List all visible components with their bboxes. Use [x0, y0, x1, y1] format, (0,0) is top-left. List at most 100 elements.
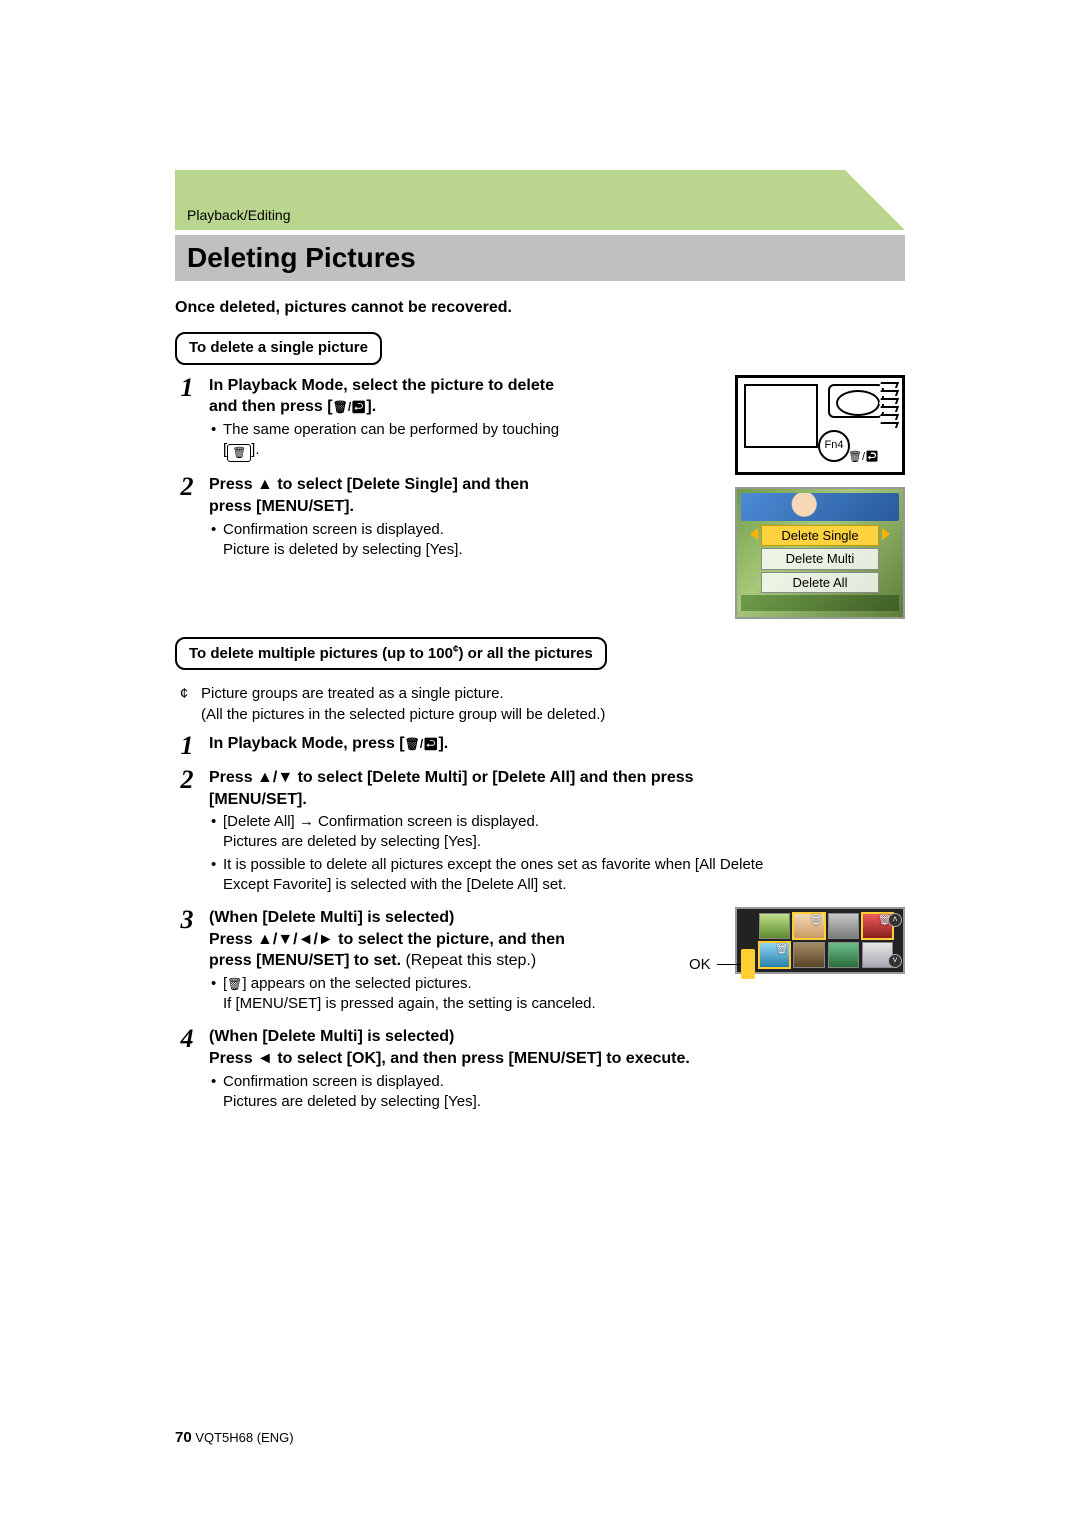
step-number: 2 [175, 767, 199, 899]
step-number: 2 [175, 474, 199, 564]
single-delete-steps: 1 In Playback Mode, select the picture t… [175, 375, 723, 573]
doc-code: VQT5H68 (ENG) [195, 1430, 293, 1445]
bullet-text: It is possible to delete all pictures ex… [223, 856, 763, 873]
step-heading-line2: Press ◄ to select [OK], and then press [… [209, 1050, 690, 1067]
step-heading-line3b: (Repeat this step.) [401, 952, 536, 969]
camera-screen-outline [744, 384, 818, 448]
scroll-down-icon[interactable]: ˅ [888, 954, 902, 968]
step-heading-line1: (When [Delete Multi] is selected) [209, 1028, 454, 1045]
step-heading: In Playback Mode, select the picture to … [209, 375, 723, 418]
step-heading-line1: Press ▲/▼ to select [Delete Multi] or [D… [209, 769, 694, 786]
step-heading: Press ▲/▼ to select [Delete Multi] or [D… [209, 767, 905, 810]
step-single-1: 1 In Playback Mode, select the picture t… [175, 375, 723, 467]
page-content: Playback/Editing Deleting Pictures Once … [175, 200, 905, 1466]
ok-callout-label: OK [689, 955, 711, 975]
page-number: 70 [175, 1429, 192, 1446]
thumbnail-grid [759, 913, 893, 968]
step-heading: Press ▲ to select [Delete Single] and th… [209, 474, 723, 517]
subsection-delete-single: To delete a single picture [175, 332, 382, 364]
subsection-title-b: ) or all the pictures [459, 645, 593, 662]
menu-photo-backdrop [741, 493, 899, 521]
menu-photo-backdrop-bottom [741, 595, 899, 611]
section-title-bar: Deleting Pictures [175, 235, 905, 281]
thumbnail[interactable] [828, 913, 859, 939]
trash-return-icon: 🗑/↩ [405, 737, 439, 751]
step-multi-1: 1 In Playback Mode, press [🗑/↩]. [175, 733, 905, 759]
step-bullet: [🗑] appears on the selected pictures. If… [209, 974, 723, 1015]
subsection-delete-multi: To delete multiple pictures (up to 100¢)… [175, 637, 607, 670]
step-heading-line1: (When [Delete Multi] is selected) [209, 909, 454, 926]
trash-return-icon: 🗑/↩ [333, 400, 367, 414]
step-heading-line2: press [MENU/SET]. [209, 498, 354, 515]
bullet-text-b: Pictures are deleted by selecting [Yes]. [223, 1092, 905, 1112]
touch-delete-icon: 🗑 [227, 444, 251, 462]
manual-page: Playback/Editing Deleting Pictures Once … [0, 0, 1080, 1526]
step-single-2: 2 Press ▲ to select [Delete Single] and … [175, 474, 723, 564]
step-number: 4 [175, 1026, 199, 1116]
single-delete-figures: Fn4 🗑/↩ Delete Single Delete Multi Delet… [735, 375, 905, 620]
thumbnail-grid-illustration: OK ˄ ˅ [735, 907, 905, 974]
thumbnail-selected[interactable] [759, 942, 790, 968]
footnote: ¢ Picture groups are treated as a single… [175, 684, 905, 725]
step-multi-3-row: 3 (When [Delete Multi] is selected) Pres… [175, 907, 905, 1026]
bullet-text-c: If [MENU/SET] is pressed again, the sett… [223, 994, 723, 1014]
camera-grip-ridges [880, 382, 898, 432]
step-multi-4: 4 (When [Delete Multi] is selected) Pres… [175, 1026, 905, 1116]
camera-back-illustration: Fn4 🗑/↩ [735, 375, 905, 475]
bullet-text: Confirmation screen is displayed. [223, 1073, 444, 1090]
bullet-text: The same operation can be performed by t… [223, 421, 559, 438]
step-number: 3 [175, 907, 199, 1018]
ok-side-button[interactable] [741, 949, 755, 979]
trash-return-icon: 🗑/↩ [848, 450, 879, 465]
page-title: Deleting Pictures [187, 239, 893, 277]
step-bullet: [Delete All] → Confirmation screen is di… [209, 812, 905, 853]
bullet-text-b: ] appears on the selected pictures. [242, 975, 471, 992]
warning-text: Once deleted, pictures cannot be recover… [175, 297, 905, 319]
thumbnail[interactable] [759, 913, 790, 939]
scroll-up-icon[interactable]: ˄ [888, 913, 902, 927]
step-bullet: Confirmation screen is displayed. Pictur… [209, 1072, 905, 1113]
fn4-button-icon: Fn4 [818, 430, 850, 462]
bullet-text-c: ]. [251, 441, 259, 458]
thumbnail-scrollbar[interactable]: ˄ ˅ [889, 913, 901, 968]
step-heading-line2a: and then press [ [209, 398, 333, 415]
step-multi-3: 3 (When [Delete Multi] is selected) Pres… [175, 907, 723, 1018]
onscreen-delete-menu: Delete Single Delete Multi Delete All [735, 487, 905, 620]
step-heading-line2b: ]. [366, 398, 376, 415]
step-heading: In Playback Mode, press [🗑/↩]. [209, 733, 905, 755]
step-heading-line1: Press ▲ to select [Delete Single] and th… [209, 476, 529, 493]
thumbnail-selected[interactable] [793, 913, 824, 939]
thumbnail[interactable] [793, 942, 824, 968]
menu-option-delete-multi[interactable]: Delete Multi [761, 548, 879, 570]
step-multi-2: 2 Press ▲/▼ to select [Delete Multi] or … [175, 767, 905, 899]
page-footer: 70 VQT5H68 (ENG) [175, 1428, 294, 1448]
bullet-text-b: Picture is deleted by selecting [Yes]. [223, 540, 723, 560]
step-number: 1 [175, 733, 199, 759]
step-number: 1 [175, 375, 199, 467]
step-heading-line3a: press [MENU/SET] to set. [209, 952, 401, 969]
bullet-text-b: Except Favorite] is selected with the [D… [223, 875, 905, 895]
step-bullet: The same operation can be performed by t… [209, 420, 723, 463]
step-heading-b: ]. [438, 735, 448, 752]
step-heading-line2: [MENU/SET]. [209, 791, 307, 808]
step-heading: (When [Delete Multi] is selected) Press … [209, 907, 723, 972]
bullet-text: Confirmation screen is displayed. [223, 521, 444, 538]
footnote-marker: ¢ [175, 684, 193, 725]
step-bullet: Confirmation screen is displayed. Pictur… [209, 520, 723, 561]
step-heading-line2: Press ▲/▼/◄/► to select the picture, and… [209, 931, 565, 948]
subsection-title-a: To delete multiple pictures (up to 100 [189, 645, 453, 662]
menu-option-delete-all[interactable]: Delete All [761, 572, 879, 594]
footnote-line2: (All the pictures in the selected pictur… [201, 706, 605, 723]
camera-evf-outline [828, 384, 884, 418]
single-delete-row: 1 In Playback Mode, select the picture t… [175, 375, 905, 620]
step-heading-a: In Playback Mode, press [ [209, 735, 405, 752]
breadcrumb: Playback/Editing [175, 200, 905, 229]
bullet-text-b: Pictures are deleted by selecting [Yes]. [223, 832, 905, 852]
footnote-line1: Picture groups are treated as a single p… [201, 685, 504, 702]
step-heading: (When [Delete Multi] is selected) Press … [209, 1026, 905, 1069]
bullet-text: [Delete All] → Confirmation screen is di… [223, 813, 539, 830]
thumbnail[interactable] [828, 942, 859, 968]
step-heading-line1: In Playback Mode, select the picture to … [209, 377, 554, 394]
menu-option-delete-single[interactable]: Delete Single [761, 525, 879, 547]
step-bullet: It is possible to delete all pictures ex… [209, 855, 905, 896]
